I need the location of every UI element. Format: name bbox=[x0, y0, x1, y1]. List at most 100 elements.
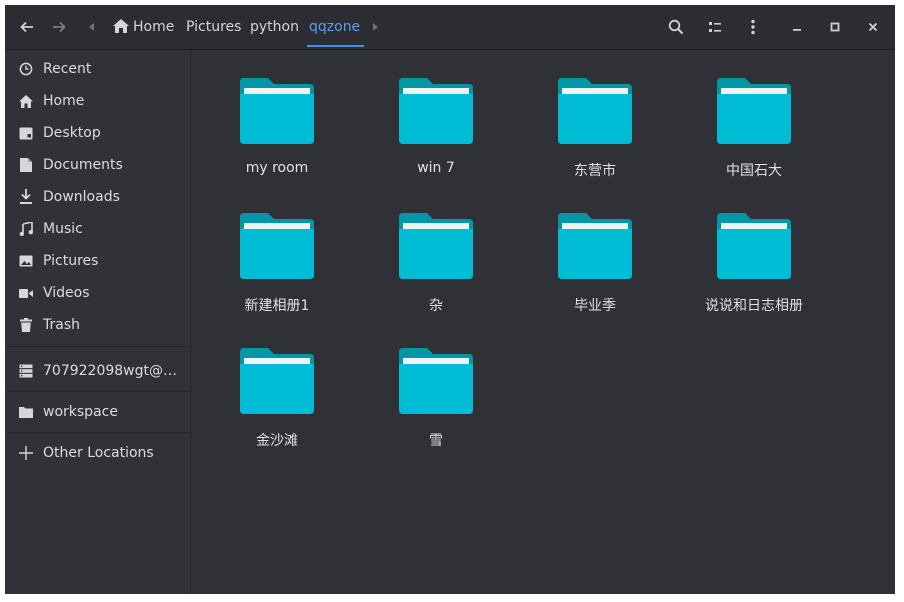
active-crumb-indicator bbox=[307, 45, 364, 47]
folder-icon bbox=[240, 348, 314, 414]
folder-icon bbox=[717, 78, 791, 144]
sidebar-item-label: Home bbox=[43, 93, 85, 109]
sidebar-item-workspace[interactable]: workspace bbox=[5, 397, 190, 427]
sidebar-item-label: workspace bbox=[43, 404, 118, 420]
folder-name: 东营市 bbox=[574, 163, 616, 179]
minimize-button[interactable] bbox=[781, 11, 813, 43]
home-icon bbox=[113, 19, 129, 33]
maximize-icon bbox=[830, 22, 840, 32]
folder-item[interactable]: 中国石大 bbox=[679, 74, 829, 194]
folder-item[interactable]: 金沙滩 bbox=[202, 344, 352, 464]
server-icon bbox=[18, 363, 34, 379]
folder-icon bbox=[399, 78, 473, 144]
download-icon bbox=[18, 189, 34, 205]
sidebar-item-label: Downloads bbox=[43, 189, 120, 205]
folder-name: 雪 bbox=[429, 433, 443, 449]
close-button[interactable] bbox=[857, 11, 889, 43]
folder-icon bbox=[240, 213, 314, 279]
folder-icon bbox=[399, 348, 473, 414]
folder-view: my room win 7 东营市 中国石大新建相册1 杂 毕业季 说说和日志相册金沙滩 雪 bbox=[191, 50, 895, 594]
back-button[interactable] bbox=[11, 11, 43, 43]
folder-name: 杂 bbox=[429, 298, 443, 314]
folder-icon bbox=[399, 213, 473, 279]
sidebar-item-trash[interactable]: Trash bbox=[5, 310, 190, 340]
sidebar-item-label: 707922098wgt@… bbox=[43, 363, 177, 379]
sidebar-item-pictures[interactable]: Pictures bbox=[5, 246, 190, 276]
folder-name: my room bbox=[245, 160, 309, 176]
forward-button[interactable] bbox=[43, 11, 75, 43]
sidebar-item-label: Recent bbox=[43, 61, 92, 77]
sidebar-divider bbox=[5, 391, 190, 392]
sidebar-item-label: Pictures bbox=[43, 253, 99, 269]
sidebar-item-label: Other Locations bbox=[43, 445, 154, 461]
arrow-left-icon bbox=[20, 21, 33, 33]
breadcrumb-scroll-left[interactable] bbox=[77, 11, 107, 43]
breadcrumb-home-label: Home bbox=[133, 19, 175, 35]
trash-icon bbox=[18, 317, 34, 333]
sidebar-item-other-locations[interactable]: Other Locations bbox=[5, 438, 190, 468]
folder-name: 中国石大 bbox=[726, 163, 782, 179]
chevron-left-icon bbox=[89, 23, 94, 31]
sidebar-item-network-mount[interactable]: 707922098wgt@… bbox=[5, 356, 190, 386]
menu-button[interactable] bbox=[737, 11, 769, 43]
breadcrumb-home[interactable]: Home bbox=[113, 17, 174, 37]
sidebar-divider bbox=[5, 432, 190, 433]
breadcrumb-scroll-right[interactable] bbox=[361, 11, 389, 43]
folder-icon bbox=[558, 78, 632, 144]
sidebar-item-documents[interactable]: Documents bbox=[5, 150, 190, 180]
minimize-icon bbox=[793, 29, 801, 31]
sidebar-item-desktop[interactable]: Desktop bbox=[5, 118, 190, 148]
search-icon bbox=[668, 19, 684, 35]
search-button[interactable] bbox=[660, 11, 692, 43]
folder-item[interactable]: 杂 bbox=[361, 209, 511, 329]
sidebar-item-label: Music bbox=[43, 221, 83, 237]
sidebar-item-music[interactable]: Music bbox=[5, 214, 190, 244]
music-icon bbox=[18, 221, 34, 237]
clock-icon bbox=[18, 61, 34, 77]
list-view-icon bbox=[709, 22, 721, 32]
plus-icon bbox=[18, 445, 34, 461]
arrow-right-icon bbox=[53, 21, 66, 33]
folder-item[interactable]: 东营市 bbox=[520, 74, 670, 194]
folder-name: 毕业季 bbox=[574, 298, 616, 314]
breadcrumb-python[interactable]: python bbox=[250, 17, 299, 37]
home-icon bbox=[18, 93, 34, 109]
video-icon bbox=[18, 285, 34, 301]
folder-item[interactable]: 雪 bbox=[361, 344, 511, 464]
sidebar: Recent Home Desktop Documents Downloads … bbox=[5, 50, 191, 594]
folder-name: win 7 bbox=[417, 160, 455, 176]
folder-name: 说说和日志相册 bbox=[705, 298, 803, 314]
sidebar-item-label: Documents bbox=[43, 157, 123, 173]
folder-icon bbox=[558, 213, 632, 279]
sidebar-item-videos[interactable]: Videos bbox=[5, 278, 190, 308]
close-icon bbox=[868, 22, 878, 32]
kebab-menu-icon bbox=[751, 19, 755, 35]
sidebar-item-recent[interactable]: Recent bbox=[5, 54, 190, 84]
image-icon bbox=[18, 253, 34, 269]
document-icon bbox=[18, 157, 34, 173]
folder-name: 金沙滩 bbox=[256, 433, 298, 449]
sidebar-item-downloads[interactable]: Downloads bbox=[5, 182, 190, 212]
chevron-right-icon bbox=[373, 23, 378, 31]
folder-name: 新建相册1 bbox=[244, 298, 310, 314]
breadcrumb-qqzone[interactable]: qqzone bbox=[309, 17, 360, 37]
sidebar-item-label: Trash bbox=[43, 317, 80, 333]
file-manager-window: Home Pictures python qqzone Recent Home … bbox=[5, 5, 895, 594]
folder-icon bbox=[240, 78, 314, 144]
breadcrumb-pictures[interactable]: Pictures bbox=[186, 17, 241, 37]
folder-icon bbox=[18, 404, 34, 420]
maximize-button[interactable] bbox=[819, 11, 851, 43]
desktop-icon bbox=[18, 125, 34, 141]
folder-item[interactable]: 新建相册1 bbox=[202, 209, 352, 329]
view-toggle-button[interactable] bbox=[699, 11, 731, 43]
sidebar-item-home[interactable]: Home bbox=[5, 86, 190, 116]
folder-item[interactable]: win 7 bbox=[361, 74, 511, 194]
sidebar-item-label: Desktop bbox=[43, 125, 101, 141]
folder-item[interactable]: 说说和日志相册 bbox=[679, 209, 829, 329]
folder-item[interactable]: my room bbox=[202, 74, 352, 194]
sidebar-item-label: Videos bbox=[43, 285, 90, 301]
folder-icon bbox=[717, 213, 791, 279]
header-bar: Home Pictures python qqzone bbox=[5, 5, 895, 50]
folder-item[interactable]: 毕业季 bbox=[520, 209, 670, 329]
sidebar-divider bbox=[5, 346, 190, 347]
